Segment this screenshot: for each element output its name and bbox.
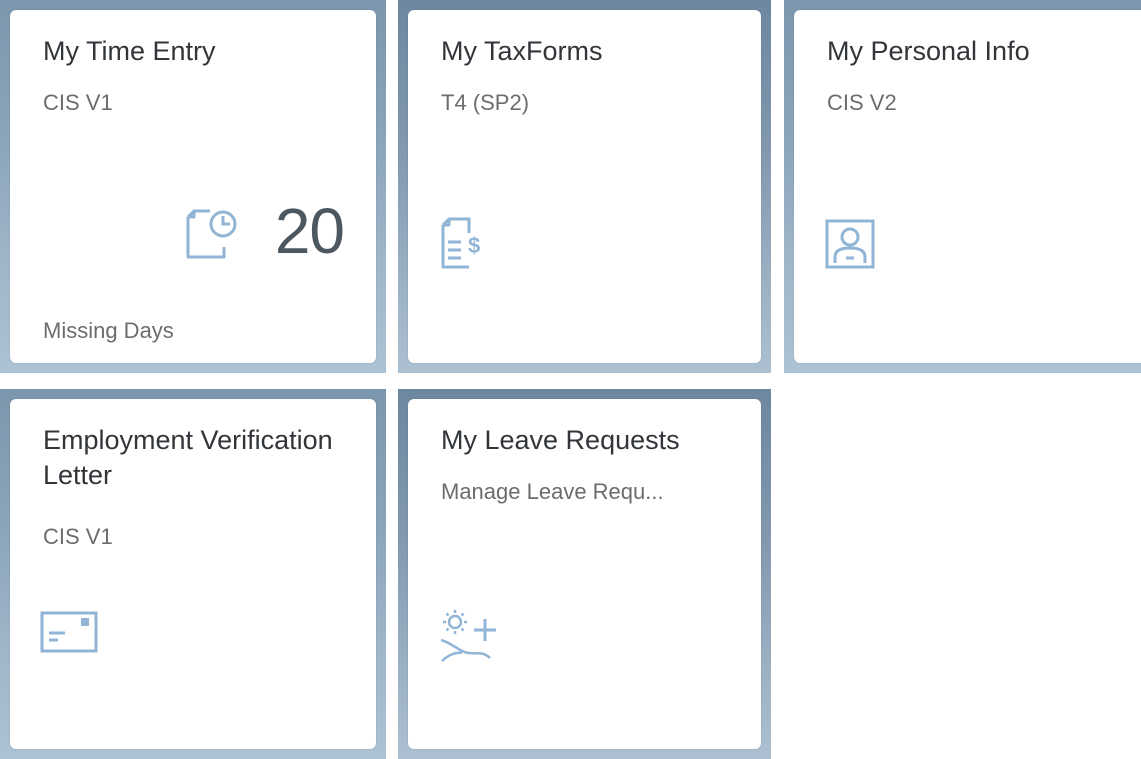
- tile-my-personal-info[interactable]: My Personal Info CIS V2: [794, 10, 1141, 363]
- tile-frame-taxforms: My TaxForms T4 (SP2) $: [398, 0, 771, 373]
- tile-frame-time-entry: My Time Entry CIS V1 20 Missing Days: [0, 0, 386, 373]
- launchpad-tile-grid: My Time Entry CIS V1 20 Missing Days My …: [0, 0, 1141, 759]
- tile-footer: Missing Days: [43, 318, 174, 343]
- tile-title: My Personal Info: [827, 36, 1030, 66]
- tile-frame-personal-info: My Personal Info CIS V2: [784, 0, 1141, 373]
- tile-title: My Leave Requests: [441, 425, 680, 455]
- tile-subtitle: Manage Leave Requ...: [441, 479, 664, 504]
- svg-text:$: $: [468, 233, 480, 258]
- tile-subtitle: CIS V1: [43, 90, 113, 115]
- tile-subtitle: T4 (SP2): [441, 90, 530, 115]
- tile-employment-verification-letter[interactable]: Employment Verification Letter CIS V1: [10, 399, 376, 749]
- tile-frame-leave-requests: My Leave Requests Manage Leave Requ...: [398, 389, 771, 759]
- tile-frame-verification-letter: Employment Verification Letter CIS V1: [0, 389, 386, 759]
- leave-request-icon: [440, 610, 496, 662]
- tile-subtitle: CIS V2: [827, 90, 897, 115]
- time-entry-icon: [186, 209, 237, 259]
- letter-icon: [40, 611, 98, 653]
- tile-my-leave-requests[interactable]: My Leave Requests Manage Leave Requ...: [408, 399, 761, 749]
- tile-my-taxforms[interactable]: My TaxForms T4 (SP2) $: [408, 10, 761, 363]
- personnel-view-icon: [825, 219, 875, 269]
- kpi-value: 20: [274, 195, 345, 267]
- tile-title: My TaxForms: [441, 36, 603, 66]
- tile-subtitle: CIS V1: [43, 524, 113, 549]
- tile-my-time-entry[interactable]: My Time Entry CIS V1 20 Missing Days: [10, 10, 376, 363]
- tax-document-icon: $: [441, 217, 480, 269]
- tile-title: My Time Entry: [43, 36, 216, 66]
- tile-title: Employment Verification Letter: [43, 425, 333, 490]
